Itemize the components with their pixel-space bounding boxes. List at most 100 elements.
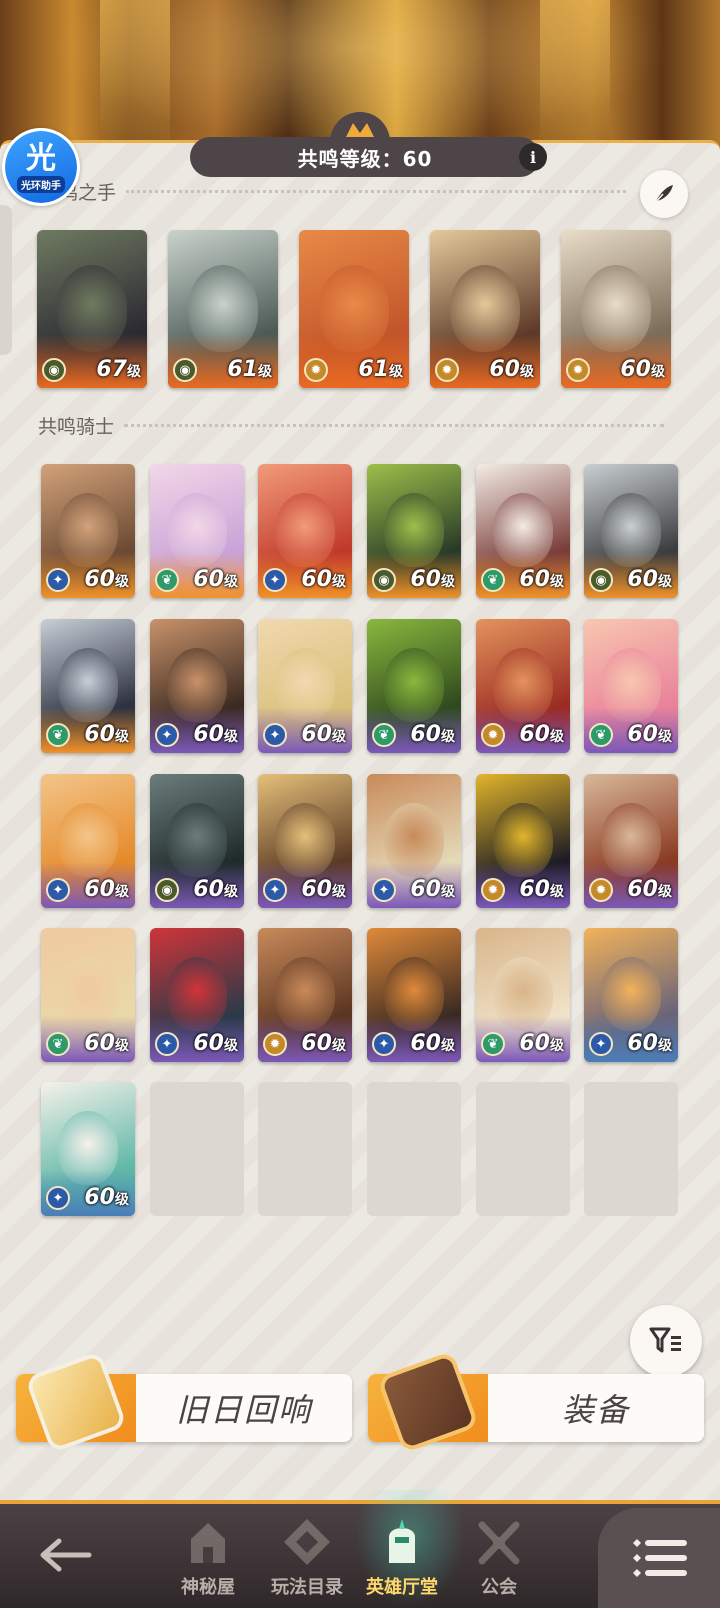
hero-level: 60级 (84, 877, 129, 902)
nav-modes[interactable]: 玩法目录 (262, 1515, 352, 1607)
hero-card[interactable]: ❦ 60级 (41, 619, 135, 753)
hero-level-number: 60 (84, 722, 115, 747)
faction-icon: ✦ (155, 1032, 179, 1056)
resonance-level-label: 共鸣等级：60 (190, 137, 540, 177)
hero-level-number: 61 (227, 357, 258, 382)
hero-card[interactable]: ✹ 60级 (476, 774, 570, 908)
helper-badge-glyph: 光 (26, 140, 56, 176)
hero-level-unit: 级 (658, 574, 672, 590)
nav-guild[interactable]: 公会 (454, 1515, 544, 1607)
hero-card[interactable]: ✹ 60级 (584, 774, 678, 908)
hero-card[interactable]: ✹ 60级 (561, 230, 671, 388)
hero-level-number: 60 (410, 877, 441, 902)
empty-hero-slot (367, 1082, 461, 1216)
hero-card[interactable]: ✦ 60级 (41, 1082, 135, 1216)
hero-card[interactable]: ✦ 60级 (367, 774, 461, 908)
faction-icon: ✦ (372, 1032, 396, 1056)
hero-level-number: 60 (627, 1031, 658, 1056)
hero-level-number: 60 (193, 877, 224, 902)
quill-button[interactable] (640, 170, 688, 218)
faction-icon: ◉ (589, 568, 613, 592)
helper-badge-label: 光环助手 (17, 175, 65, 193)
hero-card[interactable]: ◉ 60级 (584, 464, 678, 598)
hero-level: 60级 (620, 357, 665, 382)
hero-level-unit: 级 (224, 574, 238, 590)
hero-card[interactable]: ❦ 60级 (367, 619, 461, 753)
hero-card[interactable]: ✹ 60级 (430, 230, 540, 388)
hero-card[interactable]: ❦ 60级 (41, 928, 135, 1062)
hero-level: 60级 (301, 722, 346, 747)
hero-level: 60级 (410, 722, 455, 747)
filter-button[interactable] (630, 1305, 702, 1377)
hero-card[interactable]: ◉ 60级 (150, 774, 244, 908)
hero-level-unit: 级 (332, 729, 346, 745)
hero-card[interactable]: ✦ 60级 (258, 619, 352, 753)
faction-icon: ◉ (173, 358, 197, 382)
hero-card[interactable]: ✦ 60级 (41, 774, 135, 908)
hero-card[interactable]: ❦ 60级 (476, 464, 570, 598)
faction-icon: ✦ (263, 568, 287, 592)
faction-icon: ◉ (155, 878, 179, 902)
hero-card[interactable]: ◉ 67级 (37, 230, 147, 388)
hero-level: 60级 (193, 877, 238, 902)
info-button[interactable]: i (519, 143, 547, 171)
back-arrow-icon (40, 1538, 92, 1572)
hero-card[interactable]: ◉ 60级 (367, 464, 461, 598)
equipment-button[interactable]: 装备 (368, 1350, 704, 1454)
hero-level-number: 60 (301, 567, 332, 592)
hero-level-unit: 级 (550, 729, 564, 745)
hero-level: 61级 (358, 357, 403, 382)
hero-level-number: 60 (301, 877, 332, 902)
hero-card[interactable]: ✦ 60级 (584, 928, 678, 1062)
faction-icon: ✹ (566, 358, 590, 382)
back-button[interactable] (30, 1530, 100, 1580)
hero-level-unit: 级 (224, 729, 238, 745)
menu-list-icon (633, 1539, 687, 1577)
hero-level-unit: 级 (115, 884, 129, 900)
side-tab[interactable] (0, 205, 12, 355)
hero-level: 60级 (193, 722, 238, 747)
hero-level-unit: 级 (550, 574, 564, 590)
echoes-label: 旧日回响 (175, 1391, 312, 1429)
hero-card[interactable]: ✦ 60级 (258, 464, 352, 598)
nav-label: 英雄厅堂 (366, 1577, 438, 1598)
hero-level: 60级 (410, 567, 455, 592)
hero-level-unit: 级 (224, 884, 238, 900)
hero-card[interactable]: ✹ 60级 (476, 619, 570, 753)
equipment-icon (368, 1350, 488, 1454)
hero-card[interactable]: ✹ 61级 (299, 230, 409, 388)
hero-card[interactable]: ✦ 60级 (258, 774, 352, 908)
nav-label: 公会 (481, 1577, 517, 1598)
hero-level-number: 60 (193, 1031, 224, 1056)
nav-mystery-house[interactable]: 神秘屋 (163, 1515, 253, 1607)
hero-level: 60级 (627, 722, 672, 747)
hero-level-number: 60 (620, 357, 651, 382)
equipment-label: 装备 (561, 1391, 630, 1429)
hero-level-unit: 级 (658, 729, 672, 745)
empty-hero-slot (150, 1082, 244, 1216)
faction-icon: ✦ (263, 723, 287, 747)
hero-card[interactable]: ❦ 60级 (150, 464, 244, 598)
section-divider (124, 424, 665, 427)
hero-level: 60级 (301, 567, 346, 592)
hero-level-number: 60 (193, 567, 224, 592)
nav-hero-hall[interactable]: 英雄厅堂 (357, 1515, 447, 1607)
echoes-button[interactable]: 旧日回响 (16, 1350, 352, 1454)
hero-card[interactable]: ❦ 60级 (584, 619, 678, 753)
hero-card[interactable]: ❦ 60级 (476, 928, 570, 1062)
hero-card[interactable]: ◉ 61级 (168, 230, 278, 388)
hero-card[interactable]: ✹ 60级 (258, 928, 352, 1062)
hero-level-number: 67 (96, 357, 127, 382)
menu-button[interactable] (598, 1508, 720, 1608)
hero-card[interactable]: ✦ 60级 (150, 928, 244, 1062)
faction-icon: ✦ (46, 878, 70, 902)
faction-icon: ✦ (46, 1186, 70, 1210)
hero-card[interactable]: ✦ 60级 (41, 464, 135, 598)
hero-level: 60级 (489, 357, 534, 382)
hero-level-unit: 级 (115, 1192, 129, 1208)
hero-level: 60级 (84, 567, 129, 592)
helper-badge[interactable]: 光 光环助手 (2, 128, 80, 206)
hero-level-number: 60 (301, 722, 332, 747)
hero-card[interactable]: ✦ 60级 (150, 619, 244, 753)
hero-card[interactable]: ✦ 60级 (367, 928, 461, 1062)
